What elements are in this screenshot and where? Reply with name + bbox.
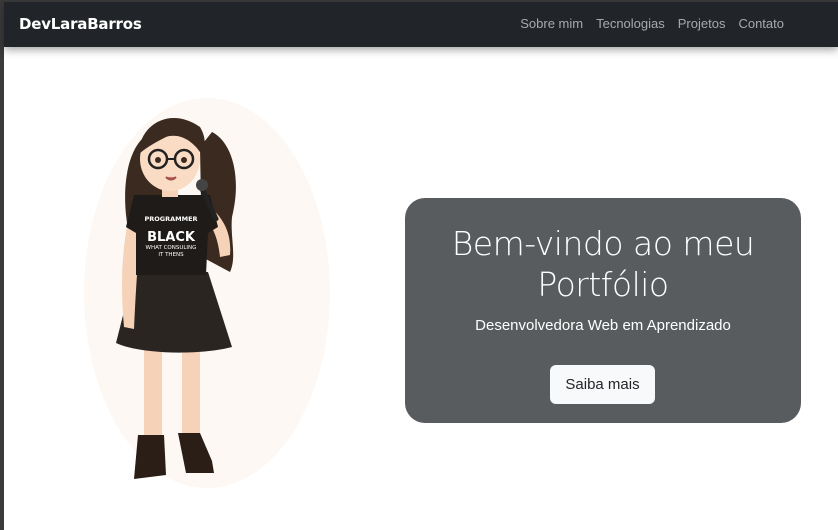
nav-link-contato[interactable]: Contato [738,16,784,31]
hero-subtitle: Desenvolvedora Web em Aprendizado [475,317,731,334]
hero-card: Bem-vindo ao meu Portfólio Desenvolvedor… [405,198,801,423]
nav-link-tecnologias[interactable]: Tecnologias [596,16,665,31]
hero-title: Bem-vindo ao meu Portfólio [405,223,801,305]
window-left-border [0,0,4,530]
hero-title-line2: Portfólio [537,265,669,304]
page: DevLaraBarros Sobre mim Tecnologias Proj… [0,0,838,530]
brand-logo[interactable]: DevLaraBarros [19,15,142,33]
navbar: DevLaraBarros Sobre mim Tecnologias Proj… [4,2,838,47]
shirt-text-1: PROGRAMMER [144,215,197,223]
nav-link-sobre-mim[interactable]: Sobre mim [520,16,583,31]
saiba-mais-button[interactable]: Saiba mais [550,365,655,404]
shirt-text-2: BLACK [147,230,196,245]
shirt-text-3: WHAT CONSULING [146,245,197,251]
nav-links: Sobre mim Tecnologias Projetos Contato [507,16,784,31]
hero-avatar-illustration: PROGRAMMER BLACK WHAT CONSULING IT THENS [82,97,332,489]
hero-title-line1: Bem-vindo ao meu [451,224,755,263]
shirt-text-4: IT THENS [158,252,184,258]
nav-link-projetos[interactable]: Projetos [678,16,726,31]
